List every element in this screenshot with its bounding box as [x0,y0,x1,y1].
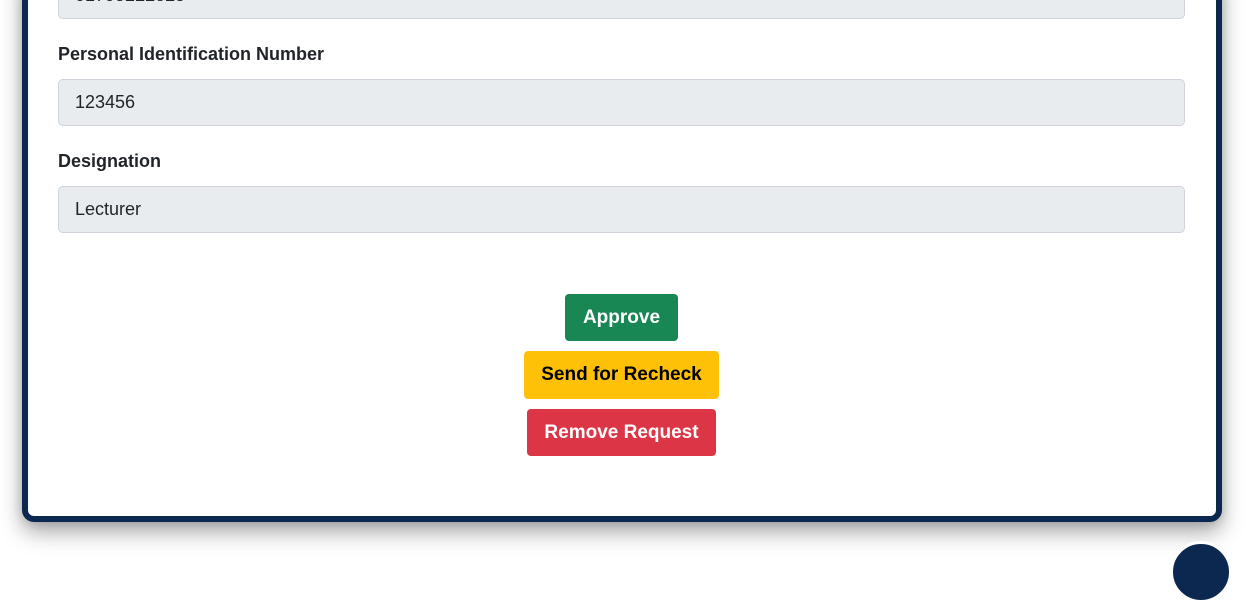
designation-input[interactable]: Lecturer [58,186,1185,233]
pin-input[interactable]: 123456 [58,79,1185,126]
designation-label: Designation [58,151,162,171]
approve-button[interactable]: Approve [565,294,678,341]
previous-field-input[interactable]: 01795222825 [58,0,1185,19]
send-for-recheck-button[interactable]: Send for Recheck [524,351,719,399]
remove-request-button[interactable]: Remove Request [527,409,716,456]
chat-widget-icon[interactable] [1170,541,1232,603]
pin-label: Personal Identification Number [58,44,325,64]
